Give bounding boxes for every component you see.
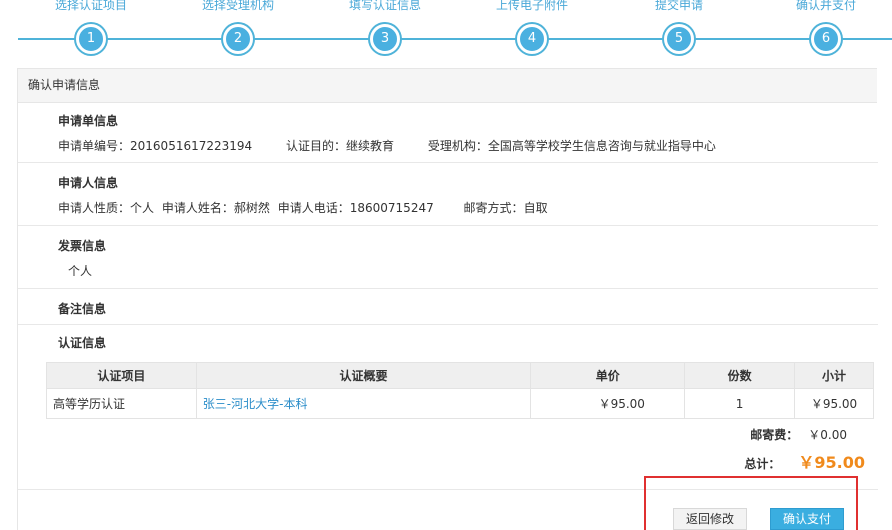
column-header: 认证项目: [46, 362, 197, 389]
total-label: 总计：: [744, 457, 781, 471]
confirm-panel: 确认申请信息 申请单信息 申请单编号：2016051617223194 认证目的…: [17, 68, 878, 530]
postage-label: 邮寄费：: [750, 428, 799, 442]
nature-value: 个人: [130, 201, 155, 215]
step-number: 2: [223, 24, 253, 54]
remark-info-section: 备注信息: [18, 289, 878, 325]
subtotal-cell: ￥95.00: [794, 388, 874, 419]
column-header: 单价: [530, 362, 686, 389]
phone-value: 18600715247: [349, 201, 434, 215]
step-label: 选择认证项目: [54, 0, 127, 12]
step-number: 3: [370, 24, 400, 54]
back-edit-button[interactable]: 返回修改: [673, 508, 747, 530]
progress-stepper: 选择认证项目 1 选择受理机构 2 填写认证信息 3 上传电子附件 4 提交申请…: [0, 0, 892, 62]
section-title: 申请单信息: [58, 114, 119, 128]
total-row: 总计： ￥95.00: [744, 449, 865, 473]
field-label: 申请人性质：: [58, 201, 131, 215]
step-label: 填写认证信息: [348, 0, 421, 12]
step-label: 上传电子附件: [495, 0, 568, 12]
field-label: 邮寄方式：: [463, 201, 524, 215]
panel-title: 确认申请信息: [18, 69, 877, 103]
confirm-pay-button[interactable]: 确认支付: [770, 508, 844, 530]
step-4: 上传电子附件 4: [467, 0, 597, 54]
agency-value: 全国高等学校学生信息咨询与就业指导中心: [487, 139, 716, 153]
step-number: 1: [76, 24, 106, 54]
quantity-cell: 1: [684, 388, 796, 419]
application-number: 2016051617223194: [130, 139, 253, 153]
field-label: 申请单编号：: [58, 139, 131, 153]
column-header: 份数: [684, 362, 796, 389]
name-value: 郝树然: [233, 201, 270, 215]
step-6: 确认并支付 6: [761, 0, 891, 54]
section-title: 申请人信息: [58, 176, 119, 190]
step-label: 确认并支付: [795, 0, 856, 12]
invoice-value: 个人: [68, 264, 93, 278]
application-info-section: 申请单信息 申请单编号：2016051617223194 认证目的：继续教育 受…: [18, 104, 878, 163]
mail-value: 自取: [523, 201, 548, 215]
step-number: 5: [664, 24, 694, 54]
purpose-value: 继续教育: [346, 139, 395, 153]
column-header: 认证概要: [195, 362, 532, 389]
step-label: 选择受理机构: [201, 0, 274, 12]
step-number: 6: [811, 24, 841, 54]
price-cell: ￥95.00: [530, 388, 686, 419]
applicant-info-row: 申请人性质：个人 申请人姓名：郝树然 申请人电话：18600715247 邮寄方…: [58, 199, 548, 216]
cert-item-cell: 高等学历认证: [46, 388, 197, 419]
step-5: 提交申请 5: [614, 0, 744, 54]
application-info-row: 申请单编号：2016051617223194 认证目的：继续教育 受理机构：全国…: [58, 137, 716, 154]
step-label: 提交申请: [654, 0, 703, 12]
total-value: ￥95.00: [798, 453, 865, 472]
postage-value: ￥0.00: [808, 428, 847, 442]
field-label: 申请人电话：: [277, 201, 350, 215]
field-label: 受理机构：: [427, 139, 488, 153]
cert-table: 认证项目 认证概要 单价 份数 小计 高等学历认证 张三-河北大学-本科 ￥95…: [46, 362, 874, 419]
step-2: 选择受理机构 2: [173, 0, 303, 54]
table-header-row: 认证项目 认证概要 单价 份数 小计: [46, 362, 874, 389]
postage-row: 邮寄费： ￥0.00: [750, 426, 847, 443]
cert-summary-link[interactable]: 张三-河北大学-本科: [195, 388, 532, 419]
cert-info-title: 认证信息: [58, 336, 107, 350]
field-label: 认证目的：: [286, 139, 347, 153]
table-row: 高等学历认证 张三-河北大学-本科 ￥95.00 1 ￥95.00: [46, 388, 874, 419]
section-title: 发票信息: [58, 239, 107, 253]
step-1: 选择认证项目 1: [26, 0, 156, 54]
field-label: 申请人姓名：: [161, 201, 234, 215]
applicant-info-section: 申请人信息 申请人性质：个人 申请人姓名：郝树然 申请人电话：186007152…: [18, 163, 878, 226]
section-title: 备注信息: [58, 302, 107, 316]
step-number: 4: [517, 24, 547, 54]
step-3: 填写认证信息 3: [320, 0, 450, 54]
column-header: 小计: [794, 362, 874, 389]
invoice-info-section: 发票信息 个人: [18, 226, 878, 289]
